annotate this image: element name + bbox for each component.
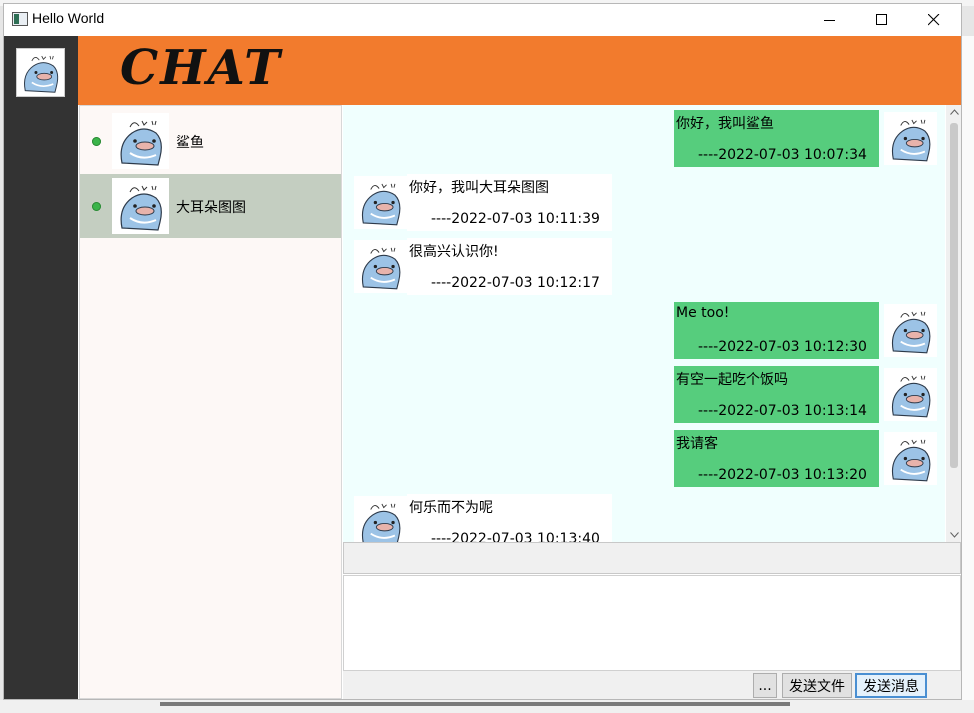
scrollbar-thumb[interactable] xyxy=(950,123,958,468)
contact-item-selected[interactable]: 大耳朵图图 xyxy=(80,174,341,238)
message-time: ----2022-07-03 10:11:39 xyxy=(431,211,600,227)
contact-avatar xyxy=(112,113,169,169)
message-avatar xyxy=(354,240,407,293)
message-text: 我请客 xyxy=(676,436,718,452)
message-avatar xyxy=(884,304,937,357)
maximize-button[interactable] xyxy=(856,4,908,36)
message-list[interactable]: 你好，我叫鲨鱼 ----2022-07-03 10:07:34 你好，我叫大耳朵… xyxy=(343,105,945,542)
shark-avatar-icon xyxy=(891,311,931,354)
send-file-button[interactable]: 发送文件 xyxy=(782,673,852,698)
message-scrollbar[interactable] xyxy=(946,105,961,542)
message-item: Me too! ----2022-07-03 10:12:30 xyxy=(674,302,938,359)
shark-avatar-icon xyxy=(891,119,931,162)
background-desktop-right xyxy=(962,36,974,706)
online-status-icon xyxy=(92,137,101,146)
shark-avatar-icon xyxy=(120,120,162,166)
message-bubble: 何乐而不为呢 ----2022-07-03 10:13:40 xyxy=(407,494,612,542)
message-item: 有空一起吃个饭吗 ----2022-07-03 10:13:14 xyxy=(674,366,938,423)
shark-avatar-icon xyxy=(361,183,401,226)
shark-avatar-icon xyxy=(361,247,401,290)
contact-list: 鲨鱼 大耳朵图图 xyxy=(79,105,342,699)
message-item: 很高兴认识你! ----2022-07-03 10:12:17 xyxy=(354,238,616,295)
shark-avatar-icon xyxy=(891,375,931,418)
message-time: ----2022-07-03 10:12:17 xyxy=(431,275,600,291)
left-sidebar xyxy=(4,36,78,699)
maximize-icon xyxy=(876,14,887,25)
message-item: 你好，我叫鲨鱼 ----2022-07-03 10:07:34 xyxy=(674,110,938,167)
message-text: 你好，我叫鲨鱼 xyxy=(676,116,774,132)
shark-avatar-icon xyxy=(120,185,162,231)
shark-avatar-icon xyxy=(891,439,931,482)
message-time: ----2022-07-03 10:07:34 xyxy=(698,147,867,163)
title-bar[interactable]: Hello World xyxy=(4,4,961,36)
contact-item[interactable]: 鲨鱼 xyxy=(80,109,341,173)
chat-logo: CHAT xyxy=(120,40,282,96)
message-avatar xyxy=(354,496,407,542)
message-time: ----2022-07-03 10:13:14 xyxy=(698,403,867,419)
close-button[interactable] xyxy=(908,4,960,36)
message-bubble: 很高兴认识你! ----2022-07-03 10:12:17 xyxy=(407,238,612,295)
user-avatar[interactable] xyxy=(16,48,65,97)
message-item: 何乐而不为呢 ----2022-07-03 10:13:40 xyxy=(354,494,616,542)
chat-window: Hello World CHAT 鲨鱼 大耳朵图图 你好，我叫鲨鱼 ----20… xyxy=(3,3,962,700)
contact-avatar xyxy=(112,178,169,234)
message-bubble: 有空一起吃个饭吗 ----2022-07-03 10:13:14 xyxy=(674,366,879,423)
message-text: Me too! xyxy=(676,305,730,321)
message-item: 你好，我叫大耳朵图图 ----2022-07-03 10:11:39 xyxy=(354,174,616,231)
message-time: ----2022-07-03 10:12:30 xyxy=(698,339,867,355)
message-avatar xyxy=(354,176,407,229)
chevron-up-icon xyxy=(950,109,959,115)
message-text: 有空一起吃个饭吗 xyxy=(676,372,788,388)
message-time: ----2022-07-03 10:13:20 xyxy=(698,467,867,483)
send-message-button[interactable]: 发送消息 xyxy=(855,673,927,698)
message-text: 你好，我叫大耳朵图图 xyxy=(409,180,549,196)
message-text: 何乐而不为呢 xyxy=(409,500,493,516)
background-scrollbar xyxy=(160,702,790,706)
app-icon xyxy=(12,12,28,26)
message-input[interactable] xyxy=(343,575,961,671)
message-item: 我请客 ----2022-07-03 10:13:20 xyxy=(674,430,938,487)
scroll-up-button[interactable] xyxy=(946,105,961,119)
contact-name: 大耳朵图图 xyxy=(176,200,246,216)
message-avatar xyxy=(884,368,937,421)
online-status-icon xyxy=(92,202,101,211)
composer-toolbar xyxy=(343,542,961,574)
message-time: ----2022-07-03 10:13:40 xyxy=(431,531,600,542)
minimize-button[interactable] xyxy=(804,4,856,36)
more-button[interactable]: ... xyxy=(753,673,777,698)
close-icon xyxy=(928,14,940,26)
message-bubble: Me too! ----2022-07-03 10:12:30 xyxy=(674,302,879,359)
window-title: Hello World xyxy=(32,10,105,26)
app-header: CHAT xyxy=(78,36,961,105)
scroll-down-button[interactable] xyxy=(946,528,961,542)
message-text: 很高兴认识你! xyxy=(409,244,499,260)
chevron-down-icon xyxy=(950,532,959,538)
shark-avatar-icon xyxy=(361,503,401,542)
contact-name: 鲨鱼 xyxy=(176,135,204,151)
minimize-icon xyxy=(824,20,835,21)
message-bubble: 你好，我叫鲨鱼 ----2022-07-03 10:07:34 xyxy=(674,110,879,167)
message-avatar xyxy=(884,432,937,485)
shark-avatar-icon xyxy=(17,49,64,96)
composer-actions: ... 发送文件 发送消息 xyxy=(343,671,961,699)
message-bubble: 你好，我叫大耳朵图图 ----2022-07-03 10:11:39 xyxy=(407,174,612,231)
message-avatar xyxy=(884,112,937,165)
message-bubble: 我请客 ----2022-07-03 10:13:20 xyxy=(674,430,879,487)
